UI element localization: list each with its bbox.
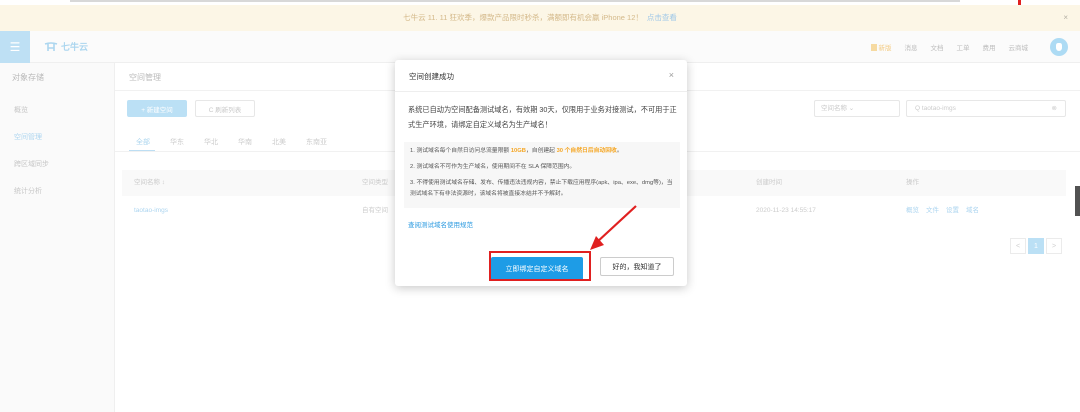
note-1-limit: 10GB (510, 148, 526, 154)
dialog-lead-text: 系统已自动为空间配备测试域名，有效期 30天，仅限用于业务对接测试，不可用于正式… (408, 105, 677, 129)
promo-notice-bar: 七牛云 11. 11 狂欢季，爆款产品限时秒杀，满额即有机会赢 iPhone 1… (0, 5, 1080, 31)
dialog-title: 空间创建成功 (409, 72, 454, 81)
note-3: 3. 不得使用测试域名存储、发布、传播违法违规内容，禁止下载应用程序(apk、i… (410, 180, 673, 197)
close-icon[interactable]: × (669, 70, 674, 80)
note-1-end: 。 (616, 148, 623, 154)
notice-text: 七牛云 11. 11 狂欢季，爆款产品限时秒杀，满额即有机会赢 iPhone 1… (403, 13, 643, 22)
note-1-text-2: ，自创建起 (525, 148, 557, 154)
acknowledge-button[interactable]: 好的，我知道了 (600, 257, 674, 276)
test-domain-rules-link[interactable]: 查阅测试域名使用规范 (408, 219, 473, 229)
note-2: 2. 测试域名不可作为生产域名，使用期间不在 SLA 保障范围内。 (410, 164, 576, 170)
note-1-text: 1. 测试域名每个自然日访问总流量限额 (410, 148, 511, 154)
note-1-expiry: 30 个自然日后自动回收 (556, 148, 617, 154)
annotation-highlight-box (489, 251, 591, 281)
note-1: 1. 测试域名每个自然日访问总流量限额 10GB，自创建起 30 个自然日后自动… (410, 146, 676, 157)
notes-box: 1. 测试域名每个自然日访问总流量限额 10GB，自创建起 30 个自然日后自动… (404, 142, 680, 208)
close-icon[interactable]: × (1063, 5, 1068, 31)
browser-scroll-bar (70, 0, 960, 2)
notice-link[interactable]: 点击查看 (647, 13, 677, 22)
divider (395, 91, 687, 92)
